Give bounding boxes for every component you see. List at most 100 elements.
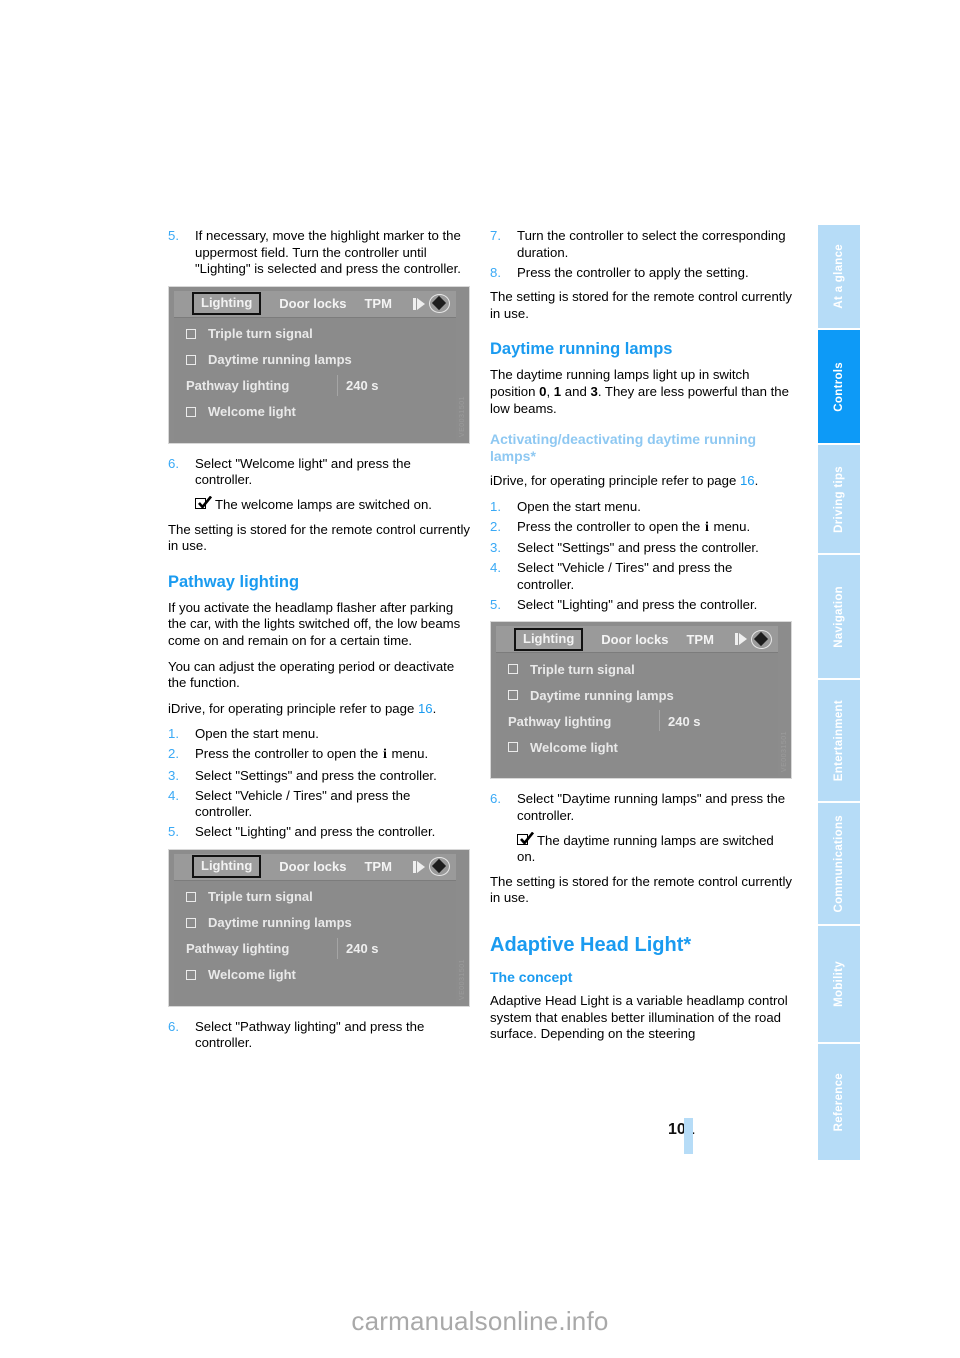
sidebar-item-label: Communications bbox=[833, 814, 845, 913]
step-number: 5. bbox=[490, 596, 501, 612]
value-separator bbox=[659, 710, 660, 732]
step-number: 6. bbox=[168, 1018, 179, 1034]
diamond-icon[interactable] bbox=[429, 857, 450, 877]
step-text: Select "Settings" and press the controll… bbox=[195, 767, 437, 783]
diamond-icon[interactable] bbox=[429, 294, 450, 314]
idrive-row-welcome-light[interactable]: Welcome light bbox=[174, 399, 456, 425]
right-arrow-icon[interactable] bbox=[413, 296, 426, 312]
right-column: 7. Turn the controller to select the cor… bbox=[490, 228, 792, 1052]
sidebar-item-navigation[interactable]: Navigation bbox=[818, 555, 860, 680]
idrive-row-label: Daytime running lamps bbox=[208, 352, 352, 368]
left-column: 5. If necessary, move the highlight mark… bbox=[168, 228, 470, 1060]
step-text: Select "Vehicle / Tires" and press the c… bbox=[517, 560, 733, 592]
idrive-tab-lighting[interactable]: Lighting bbox=[514, 627, 584, 651]
idrive-tab-door-locks[interactable]: Door locks bbox=[279, 859, 346, 874]
step-list-left-top: 5. If necessary, move the highlight mark… bbox=[168, 228, 470, 278]
idrive-row-welcome-light[interactable]: Welcome light bbox=[174, 962, 456, 988]
list-item: 8. Press the controller to apply the set… bbox=[490, 265, 792, 282]
idrive-tab-tpm[interactable]: TPM bbox=[364, 296, 391, 311]
checkbox-icon[interactable] bbox=[186, 354, 196, 365]
checkbox-icon[interactable] bbox=[186, 917, 196, 928]
list-item: 1. Open the start menu. bbox=[490, 499, 792, 516]
list-item: 3. Select "Settings" and press the contr… bbox=[490, 540, 792, 557]
sidebar-item-mobility[interactable]: Mobility bbox=[818, 926, 860, 1044]
list-item: 6. Select "Welcome light" and press the … bbox=[168, 456, 470, 489]
sidebar-item-at-a-glance[interactable]: At a glance bbox=[818, 225, 860, 330]
page-reference-link[interactable]: 16 bbox=[740, 473, 755, 488]
idrive-tab-door-locks[interactable]: Door locks bbox=[279, 296, 346, 311]
idrive-row-list: Triple turn signal Daytime running lamps… bbox=[174, 881, 456, 988]
right-arrow-icon[interactable] bbox=[735, 631, 748, 647]
step-number: 8. bbox=[490, 264, 501, 280]
checkbox-icon[interactable] bbox=[186, 328, 196, 339]
idrive-row-label: Triple turn signal bbox=[208, 889, 313, 905]
step-number: 4. bbox=[490, 560, 501, 576]
diamond-icon[interactable] bbox=[751, 629, 772, 649]
checkbox-icon[interactable] bbox=[508, 690, 518, 701]
step-list-right-6: 6. Select "Daytime running lamps" and pr… bbox=[490, 791, 792, 824]
sidebar-item-entertainment[interactable]: Entertainment bbox=[818, 680, 860, 803]
idrive-screenshot-2: Lighting Door locks TPM Triple turn sign… bbox=[168, 848, 470, 1007]
step-text: Select "Vehicle / Tires" and press the c… bbox=[195, 787, 411, 820]
checkbox-icon[interactable] bbox=[186, 969, 196, 980]
checkbox-icon[interactable] bbox=[508, 664, 518, 675]
idrive-row-triple-turn-signal[interactable]: Triple turn signal bbox=[174, 884, 456, 910]
idrive-row-list: Triple turn signal Daytime running lamps… bbox=[174, 318, 456, 425]
side-navigation: At a glance Controls Driving tips Naviga… bbox=[818, 225, 860, 1160]
sidebar-item-label: Controls bbox=[833, 361, 845, 412]
list-item: 7. Turn the controller to select the cor… bbox=[490, 228, 792, 261]
value-separator bbox=[337, 937, 338, 959]
stored-note-left: The setting is stored for the remote con… bbox=[168, 521, 470, 554]
idrive-row-triple-turn-signal[interactable]: Triple turn signal bbox=[174, 321, 456, 347]
page-reference-link[interactable]: 16 bbox=[418, 701, 433, 716]
list-item: 6. Select "Daytime running lamps" and pr… bbox=[490, 791, 792, 824]
step-list-right-drl: 1. Open the start menu. 2. Press the con… bbox=[490, 499, 792, 614]
idrive-tab-lighting[interactable]: Lighting bbox=[192, 292, 262, 316]
step-text: Press the controller to apply the settin… bbox=[517, 264, 749, 280]
result-daytime-running-lamps: The daytime running lamps are switched o… bbox=[490, 831, 792, 866]
step-text: Select "Pathway lighting" and press the … bbox=[195, 1018, 425, 1051]
idrive-row-pathway-lighting[interactable]: Pathway lighting 240 s bbox=[174, 373, 456, 399]
idrive-reference-right: iDrive, for operating principle refer to… bbox=[490, 473, 792, 490]
idrive-tab-tpm[interactable]: TPM bbox=[364, 859, 391, 874]
step-number: 3. bbox=[490, 540, 501, 556]
idrive-row-triple-turn-signal[interactable]: Triple turn signal bbox=[496, 656, 778, 682]
idrive-row-label: Welcome light bbox=[208, 404, 296, 420]
sidebar-item-label: Entertainment bbox=[833, 699, 845, 782]
sidebar-item-communications[interactable]: Communications bbox=[818, 803, 860, 926]
idrive-row-daytime-running-lamps[interactable]: Daytime running lamps bbox=[174, 347, 456, 373]
list-item: 1. Open the start menu. bbox=[168, 726, 470, 743]
checkbox-icon[interactable] bbox=[508, 742, 518, 753]
idrive-row-label: Pathway lighting bbox=[186, 378, 290, 394]
sidebar-item-controls[interactable]: Controls bbox=[818, 330, 860, 445]
value-separator bbox=[337, 374, 338, 396]
list-item: 5. If necessary, move the highlight mark… bbox=[168, 228, 470, 278]
idrive-tabbar-icons bbox=[413, 293, 450, 315]
sidebar-item-driving-tips[interactable]: Driving tips bbox=[818, 445, 860, 555]
sidebar-item-label: Driving tips bbox=[833, 465, 845, 533]
idrive-tab-door-locks[interactable]: Door locks bbox=[601, 632, 668, 647]
checkbox-icon[interactable] bbox=[186, 406, 196, 417]
sidebar-item-reference[interactable]: Reference bbox=[818, 1044, 860, 1160]
idrive-row-daytime-running-lamps[interactable]: Daytime running lamps bbox=[496, 682, 778, 708]
idrive-row-daytime-running-lamps[interactable]: Daytime running lamps bbox=[174, 910, 456, 936]
idrive-row-pathway-lighting[interactable]: Pathway lighting 240 s bbox=[496, 708, 778, 734]
step-text: Select "Settings" and press the controll… bbox=[517, 540, 759, 556]
step-number: 5. bbox=[168, 228, 179, 243]
step-text: Turn the controller to select the corres… bbox=[517, 228, 786, 260]
idrive-screenshot-1: Lighting Door locks TPM Triple turn sign… bbox=[168, 285, 470, 444]
idrive-tab-tpm[interactable]: TPM bbox=[686, 632, 713, 647]
checkbox-icon[interactable] bbox=[186, 891, 196, 902]
result-text: The welcome lamps are switched on. bbox=[215, 496, 432, 512]
idrive-row-value: 240 s bbox=[346, 941, 379, 957]
idrive-row-pathway-lighting[interactable]: Pathway lighting 240 s bbox=[174, 936, 456, 962]
idrive-row-label: Daytime running lamps bbox=[208, 915, 352, 931]
right-arrow-icon[interactable] bbox=[413, 859, 426, 875]
idrive-row-label: Daytime running lamps bbox=[530, 687, 674, 703]
idrive-screen: Lighting Door locks TPM Triple turn sign… bbox=[174, 853, 456, 1004]
step-number: 3. bbox=[168, 767, 179, 783]
idrive-tabbar: Lighting Door locks TPM bbox=[496, 626, 778, 654]
idrive-row-welcome-light[interactable]: Welcome light bbox=[496, 734, 778, 760]
list-item: 5. Select "Lighting" and press the contr… bbox=[168, 824, 470, 841]
idrive-tab-lighting[interactable]: Lighting bbox=[192, 855, 262, 879]
